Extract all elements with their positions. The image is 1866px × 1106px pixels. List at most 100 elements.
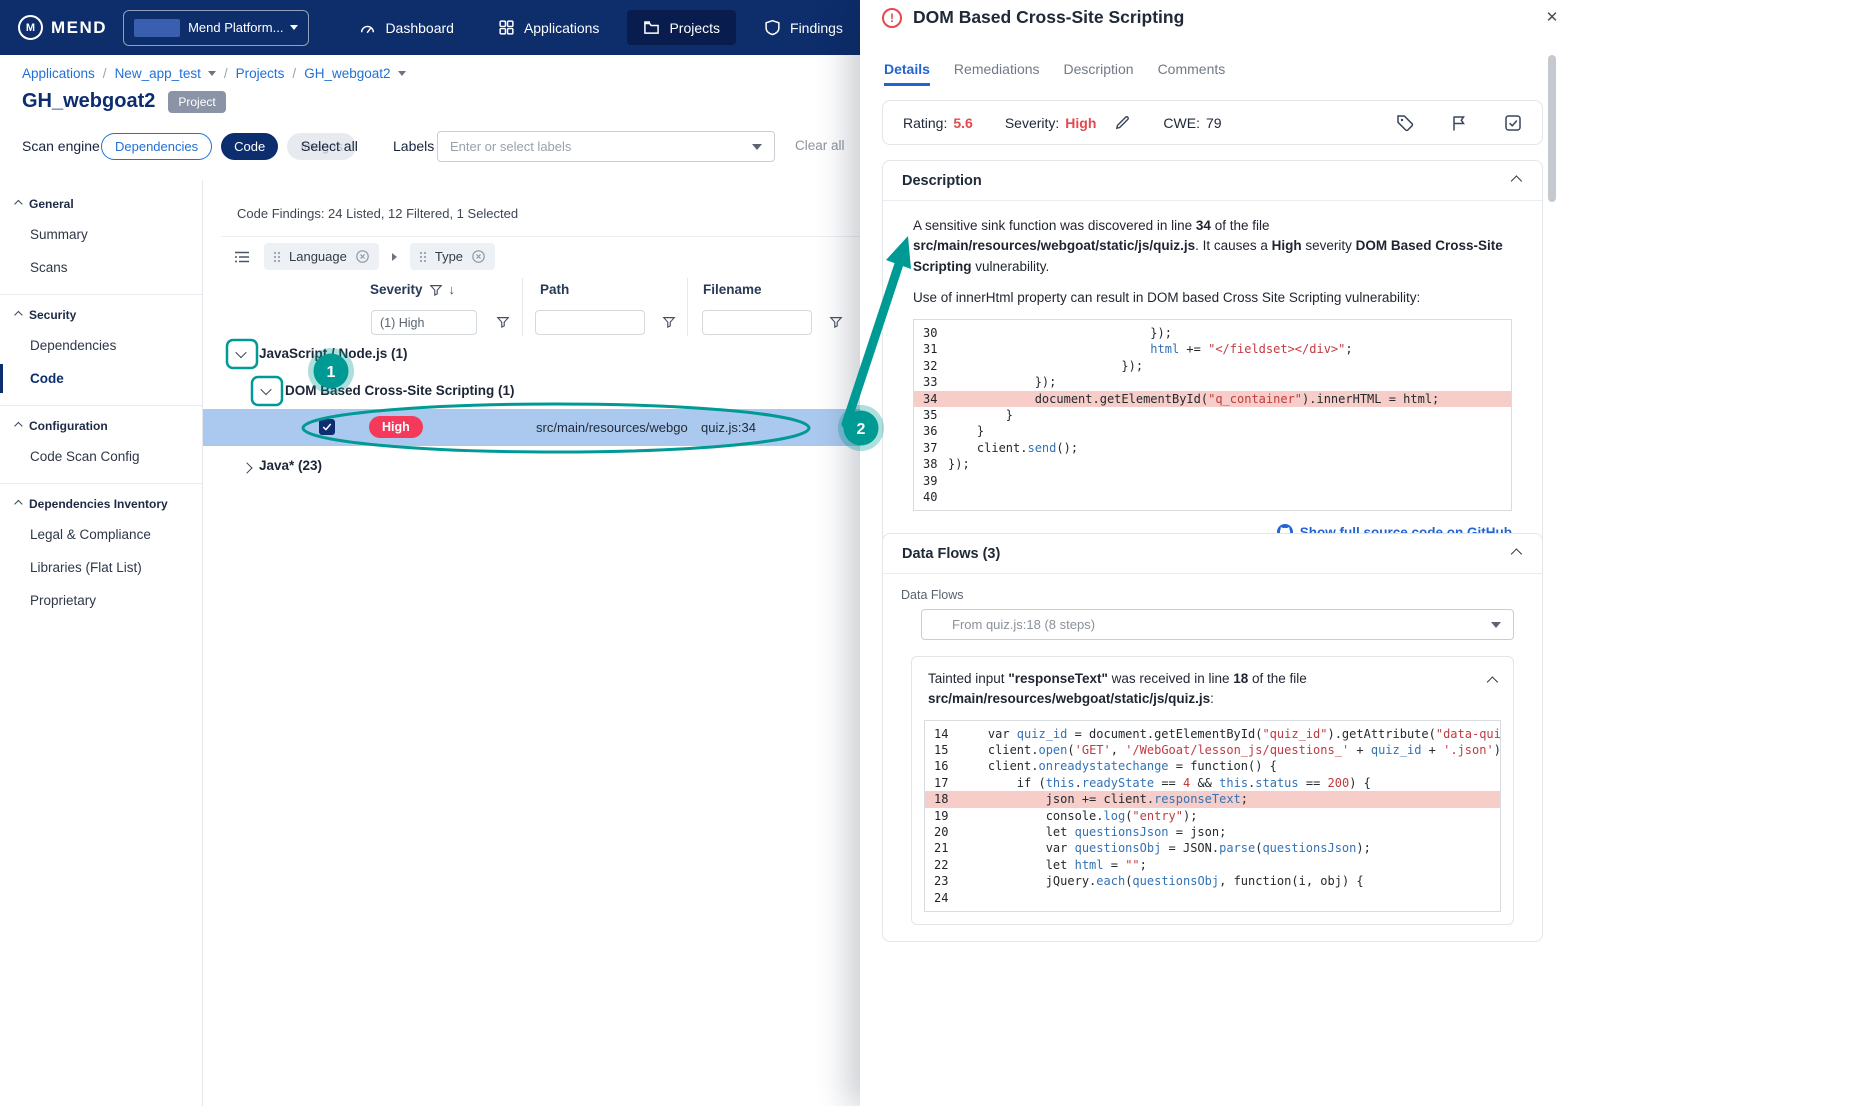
filter-icon[interactable] xyxy=(829,315,843,329)
code-line: 17 if (this.readyState == 4 && this.stat… xyxy=(925,775,1500,791)
title-row: GH_webgoat2 Project xyxy=(22,90,226,113)
sidebar-item-dependencies[interactable]: Dependencies xyxy=(0,329,202,362)
remove-chip-icon[interactable] xyxy=(355,249,370,264)
code-line: 37 client.send(); xyxy=(914,440,1511,456)
group-chip-language[interactable]: Language xyxy=(264,243,379,270)
engine-pill-code[interactable]: Code xyxy=(221,133,279,160)
data-flow-select[interactable]: From quiz.js:18 (8 steps) xyxy=(921,609,1514,640)
row-checkbox[interactable] xyxy=(319,419,335,435)
labels-input[interactable]: Enter or select labels xyxy=(437,131,775,162)
nav-item-applications[interactable]: Applications xyxy=(482,10,616,45)
group-chip-type[interactable]: Type xyxy=(409,243,496,270)
sidebar-item-scans[interactable]: Scans xyxy=(0,251,202,284)
column-header-filename[interactable]: Filename xyxy=(703,282,762,297)
severity-value: High xyxy=(1065,114,1097,131)
group-by-icon[interactable] xyxy=(233,248,251,266)
finding-row-selected[interactable]: High src/main/resources/webgoa quiz.js:3… xyxy=(203,409,860,446)
org-selector-dropdown[interactable]: Mend Platform... xyxy=(123,9,310,46)
tag-icon[interactable] xyxy=(1396,114,1414,132)
group-row-vulnerability-type[interactable]: DOM Based Cross-Site Scripting (1) xyxy=(285,383,515,398)
code-line: 14 var quiz_id = document.getElementById… xyxy=(925,726,1500,742)
code-text: html += "</fieldset></div>"; xyxy=(1150,342,1353,357)
group-chip-label: Type xyxy=(434,249,464,264)
code-line: 15 client.open('GET', '/WebGoat/lesson_j… xyxy=(925,742,1500,758)
sidebar-section-header-security[interactable]: Security xyxy=(0,299,202,329)
code-line: 21 var questionsObj = JSON.parse(questio… xyxy=(925,840,1500,856)
grouping-toolbar: Language Type xyxy=(233,243,496,270)
tab-remediations[interactable]: Remediations xyxy=(954,61,1040,86)
expand-toggle-java-group[interactable] xyxy=(233,455,261,481)
description-card-title: Description xyxy=(902,172,982,189)
sidebar-item-libraries-flat-list[interactable]: Libraries (Flat List) xyxy=(0,551,202,584)
breadcrumb-link-new-app-test[interactable]: New_app_test xyxy=(115,66,201,81)
column-header-label: Severity xyxy=(370,282,423,297)
code-line: 30 }); xyxy=(914,325,1511,341)
group-row-language[interactable]: JavaScript / Node.js (1) xyxy=(259,346,408,361)
filter-icon[interactable] xyxy=(429,283,443,297)
sidebar-item-legal-compliance[interactable]: Legal & Compliance xyxy=(0,518,202,551)
breadcrumb-link-gh-webgoat2[interactable]: GH_webgoat2 xyxy=(304,66,390,81)
remove-chip-icon[interactable] xyxy=(471,249,486,264)
breadcrumb-link-applications[interactable]: Applications xyxy=(22,66,95,81)
project-badge: Project xyxy=(168,90,226,113)
collapse-icon[interactable] xyxy=(1507,541,1523,567)
description-card-header: Description xyxy=(883,161,1542,201)
source-code-block: 30 }); 31 html += "</fieldset></div>"; 32 … xyxy=(913,319,1512,512)
sidebar-item-code-scan-config[interactable]: Code Scan Config xyxy=(0,440,202,473)
sidebar-item-code[interactable]: Code xyxy=(0,362,202,395)
tab-description[interactable]: Description xyxy=(1064,61,1134,86)
filename-filter-input[interactable] xyxy=(702,310,812,335)
code-text: } xyxy=(948,408,1014,423)
group-row-java[interactable]: Java* (23) xyxy=(259,458,322,473)
breadcrumb-link-projects[interactable]: Projects xyxy=(236,66,285,81)
clear-all-button[interactable]: Clear all xyxy=(795,138,845,153)
mend-platform-page: M MEND Mend Platform... Dashboard Applica… xyxy=(0,0,1866,1106)
engine-pill-dependencies[interactable]: Dependencies xyxy=(101,133,213,160)
sidebar-item-proprietary[interactable]: Proprietary xyxy=(0,584,202,617)
sidebar-section-header-general[interactable]: General xyxy=(0,188,202,218)
filter-icon[interactable] xyxy=(496,315,510,329)
code-text: console.log("entry"); xyxy=(959,808,1198,823)
group-chip-label: Language xyxy=(289,249,347,264)
select-all-button[interactable]: Select all xyxy=(301,138,358,154)
flag-icon[interactable] xyxy=(1450,114,1468,132)
severity-filter-input[interactable]: (1) High xyxy=(371,310,477,335)
sort-desc-icon[interactable]: ↓ xyxy=(449,282,456,297)
sidebar-item-summary[interactable]: Summary xyxy=(0,218,202,251)
expand-toggle-language-group[interactable] xyxy=(227,341,255,367)
check-square-icon[interactable] xyxy=(1504,114,1522,132)
chevron-down-icon[interactable] xyxy=(207,71,216,76)
tab-details[interactable]: Details xyxy=(884,61,930,86)
scan-engine-row: Scan engine Dependencies Code Images Selec… xyxy=(0,130,860,164)
column-header-path[interactable]: Path xyxy=(540,282,569,297)
line-number: 14 xyxy=(934,726,949,741)
expand-toggle-type-group[interactable] xyxy=(252,378,280,404)
collapse-icon[interactable] xyxy=(1483,669,1499,710)
breadcrumb-separator: / xyxy=(223,66,228,81)
edit-severity-icon[interactable] xyxy=(1114,114,1131,131)
code-line: 33 }); xyxy=(914,374,1511,390)
chevron-down-icon[interactable] xyxy=(752,144,762,150)
line-number: 22 xyxy=(934,857,949,872)
nav-item-dashboard[interactable]: Dashboard xyxy=(343,10,470,45)
chevron-up-icon xyxy=(14,421,23,431)
collapse-icon[interactable] xyxy=(1507,168,1523,194)
chevron-down-icon[interactable] xyxy=(397,71,406,76)
sidebar-section-header-configuration[interactable]: Configuration xyxy=(0,410,202,440)
filter-icon[interactable] xyxy=(662,315,676,329)
line-number: 16 xyxy=(934,759,949,774)
tab-comments[interactable]: Comments xyxy=(1158,61,1226,86)
close-icon[interactable]: ✕ xyxy=(1542,8,1562,28)
nav-item-projects[interactable]: Projects xyxy=(627,10,737,45)
nav-item-findings[interactable]: Findings xyxy=(748,10,859,45)
line-number: 33 xyxy=(923,375,938,390)
sidebar-section-title: Dependencies Inventory xyxy=(29,497,168,511)
drawer-scrollbar[interactable] xyxy=(1548,55,1556,202)
column-header-severity[interactable]: Severity ↓ xyxy=(370,282,455,297)
data-flows-card: Data Flows (3) Data Flows From quiz.js:1… xyxy=(882,533,1543,942)
sidebar-section-header-dependencies-inventory[interactable]: Dependencies Inventory xyxy=(0,488,202,518)
path-filter-input[interactable] xyxy=(535,310,645,335)
finding-filename: quiz.js:34 xyxy=(701,420,756,435)
sidebar-section-dependencies-inventory: Dependencies Inventory Legal & Compliance… xyxy=(0,484,202,627)
